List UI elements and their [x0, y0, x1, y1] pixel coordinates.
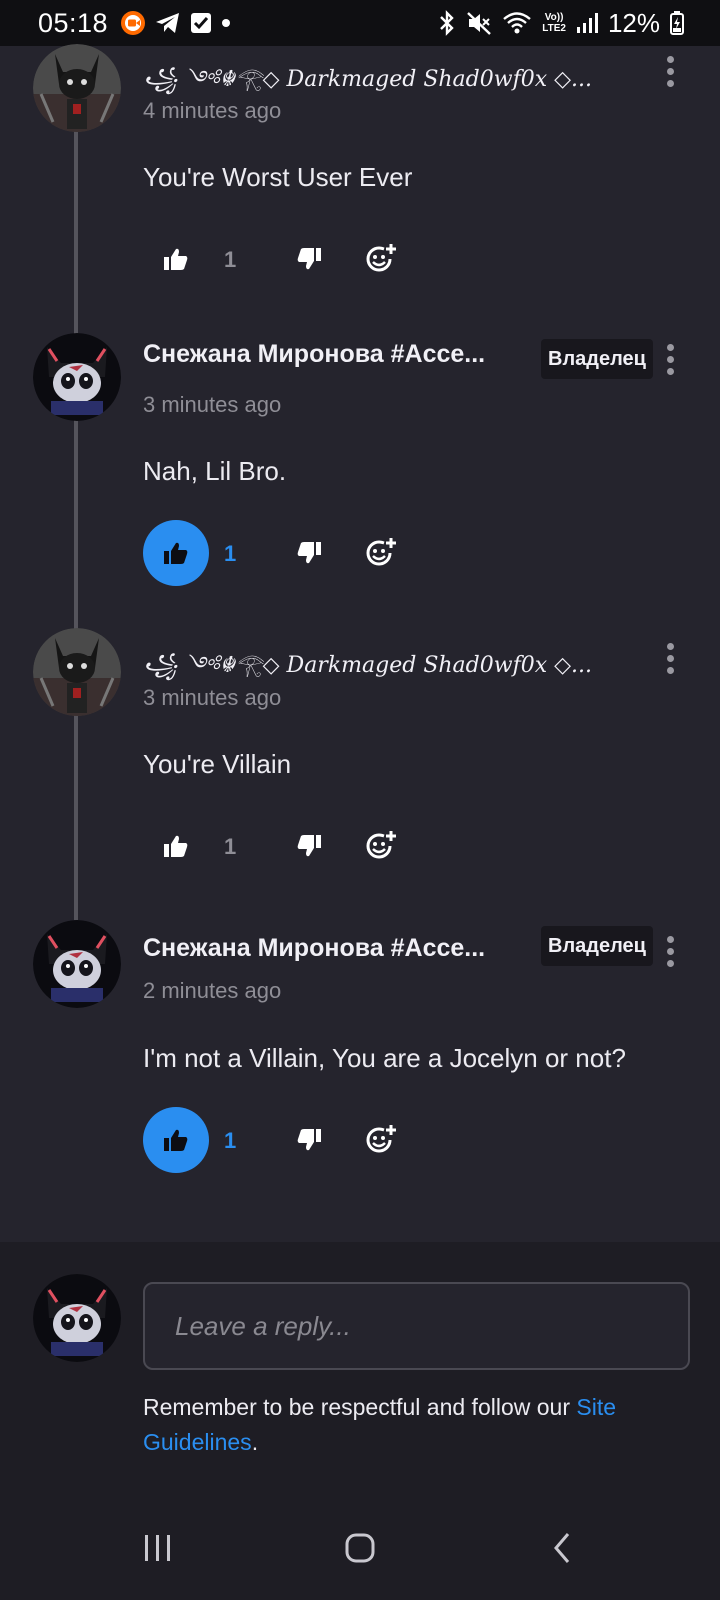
- wifi-icon: [502, 10, 532, 36]
- thumbs-up-icon: [164, 248, 188, 270]
- add-reaction-icon: [366, 538, 396, 566]
- comment-body: Nah, Lil Bro.: [143, 456, 287, 486]
- like-button[interactable]: [143, 1107, 209, 1173]
- owner-badge: Владелец: [541, 926, 653, 966]
- volte-icon: Vo)) LTE2: [542, 12, 566, 34]
- guidelines-end: .: [251, 1429, 259, 1455]
- recent-apps-button[interactable]: [128, 1520, 188, 1576]
- reply-input[interactable]: Leave a reply...: [143, 1282, 690, 1370]
- thumbs-up-icon: [164, 1129, 188, 1151]
- thread-line: [74, 130, 78, 920]
- like-button[interactable]: [143, 813, 209, 879]
- guidelines-note: Remember to be respectful and follow our…: [143, 1390, 683, 1460]
- thumbs-down-icon: [297, 835, 321, 857]
- add-reaction-button[interactable]: [356, 1115, 406, 1165]
- avatar[interactable]: [33, 44, 121, 132]
- reply-area: Leave a reply... Remember to be respectf…: [0, 1242, 720, 1492]
- telegram-icon: [155, 11, 181, 35]
- comment-body: You're Villain: [143, 749, 292, 779]
- like-count: 1: [224, 541, 237, 566]
- dislike-button[interactable]: [284, 821, 334, 871]
- thumbs-up-icon: [164, 542, 188, 564]
- like-button[interactable]: [143, 520, 209, 586]
- home-icon: [345, 1533, 375, 1563]
- owner-badge: Владелец: [541, 339, 653, 379]
- thumbs-down-icon: [297, 248, 321, 270]
- thumbs-up-icon: [164, 835, 188, 857]
- more-options-icon[interactable]: [657, 638, 683, 678]
- add-reaction-icon: [366, 1125, 396, 1153]
- more-options-icon[interactable]: [657, 339, 683, 379]
- like-count: 1: [224, 834, 237, 859]
- add-reaction-button[interactable]: [356, 821, 406, 871]
- recent-apps-icon: [145, 1535, 170, 1561]
- back-button[interactable]: [532, 1520, 592, 1576]
- status-bar: 05:18 Vo)) LTE2 12%: [0, 0, 720, 46]
- comment-body: I'm not a Villain, You are a Jocelyn or …: [143, 1043, 626, 1073]
- avatar[interactable]: [33, 333, 121, 421]
- comment-timestamp: 4 minutes ago: [143, 98, 282, 123]
- avatar[interactable]: [33, 628, 121, 716]
- dot-icon: [221, 18, 231, 28]
- battery-charging-icon: [670, 11, 684, 35]
- home-button[interactable]: [330, 1520, 390, 1576]
- dislike-button[interactable]: [284, 1115, 334, 1165]
- thumbs-down-icon: [297, 542, 321, 564]
- thumbs-down-icon: [297, 1129, 321, 1151]
- like-count: 1: [224, 1128, 237, 1153]
- battery-percent: 12%: [607, 7, 660, 38]
- like-button[interactable]: [143, 226, 209, 292]
- mute-icon: [466, 10, 492, 36]
- comment-author[interactable]: Снежана Миронова #Acce...: [143, 934, 518, 963]
- status-time: 05:18: [38, 7, 109, 38]
- checkbox-icon: [190, 12, 212, 34]
- signal-icon: [576, 11, 598, 35]
- comment-timestamp: 2 minutes ago: [143, 978, 282, 1003]
- more-options-icon[interactable]: [657, 51, 683, 91]
- dislike-button[interactable]: [284, 528, 334, 578]
- screen-recorder-icon: [120, 10, 146, 36]
- like-count: 1: [224, 247, 237, 272]
- bluetooth-icon: [438, 10, 456, 36]
- dislike-button[interactable]: [284, 234, 334, 284]
- back-icon: [554, 1533, 570, 1563]
- comment-timestamp: 3 minutes ago: [143, 685, 282, 710]
- add-reaction-icon: [366, 244, 396, 272]
- comment-author[interactable]: Снежана Миронова #Acce...: [143, 340, 518, 369]
- add-reaction-button[interactable]: [356, 234, 406, 284]
- guidelines-text: Remember to be respectful and follow our: [143, 1394, 577, 1420]
- avatar: [33, 1274, 121, 1362]
- comment-timestamp: 3 minutes ago: [143, 392, 282, 417]
- navigation-bar: [0, 1492, 720, 1600]
- add-reaction-icon: [366, 831, 396, 859]
- more-options-icon[interactable]: [657, 931, 683, 971]
- add-reaction-button[interactable]: [356, 528, 406, 578]
- comment-body: You're Worst User Ever: [143, 162, 413, 192]
- avatar[interactable]: [33, 920, 121, 1008]
